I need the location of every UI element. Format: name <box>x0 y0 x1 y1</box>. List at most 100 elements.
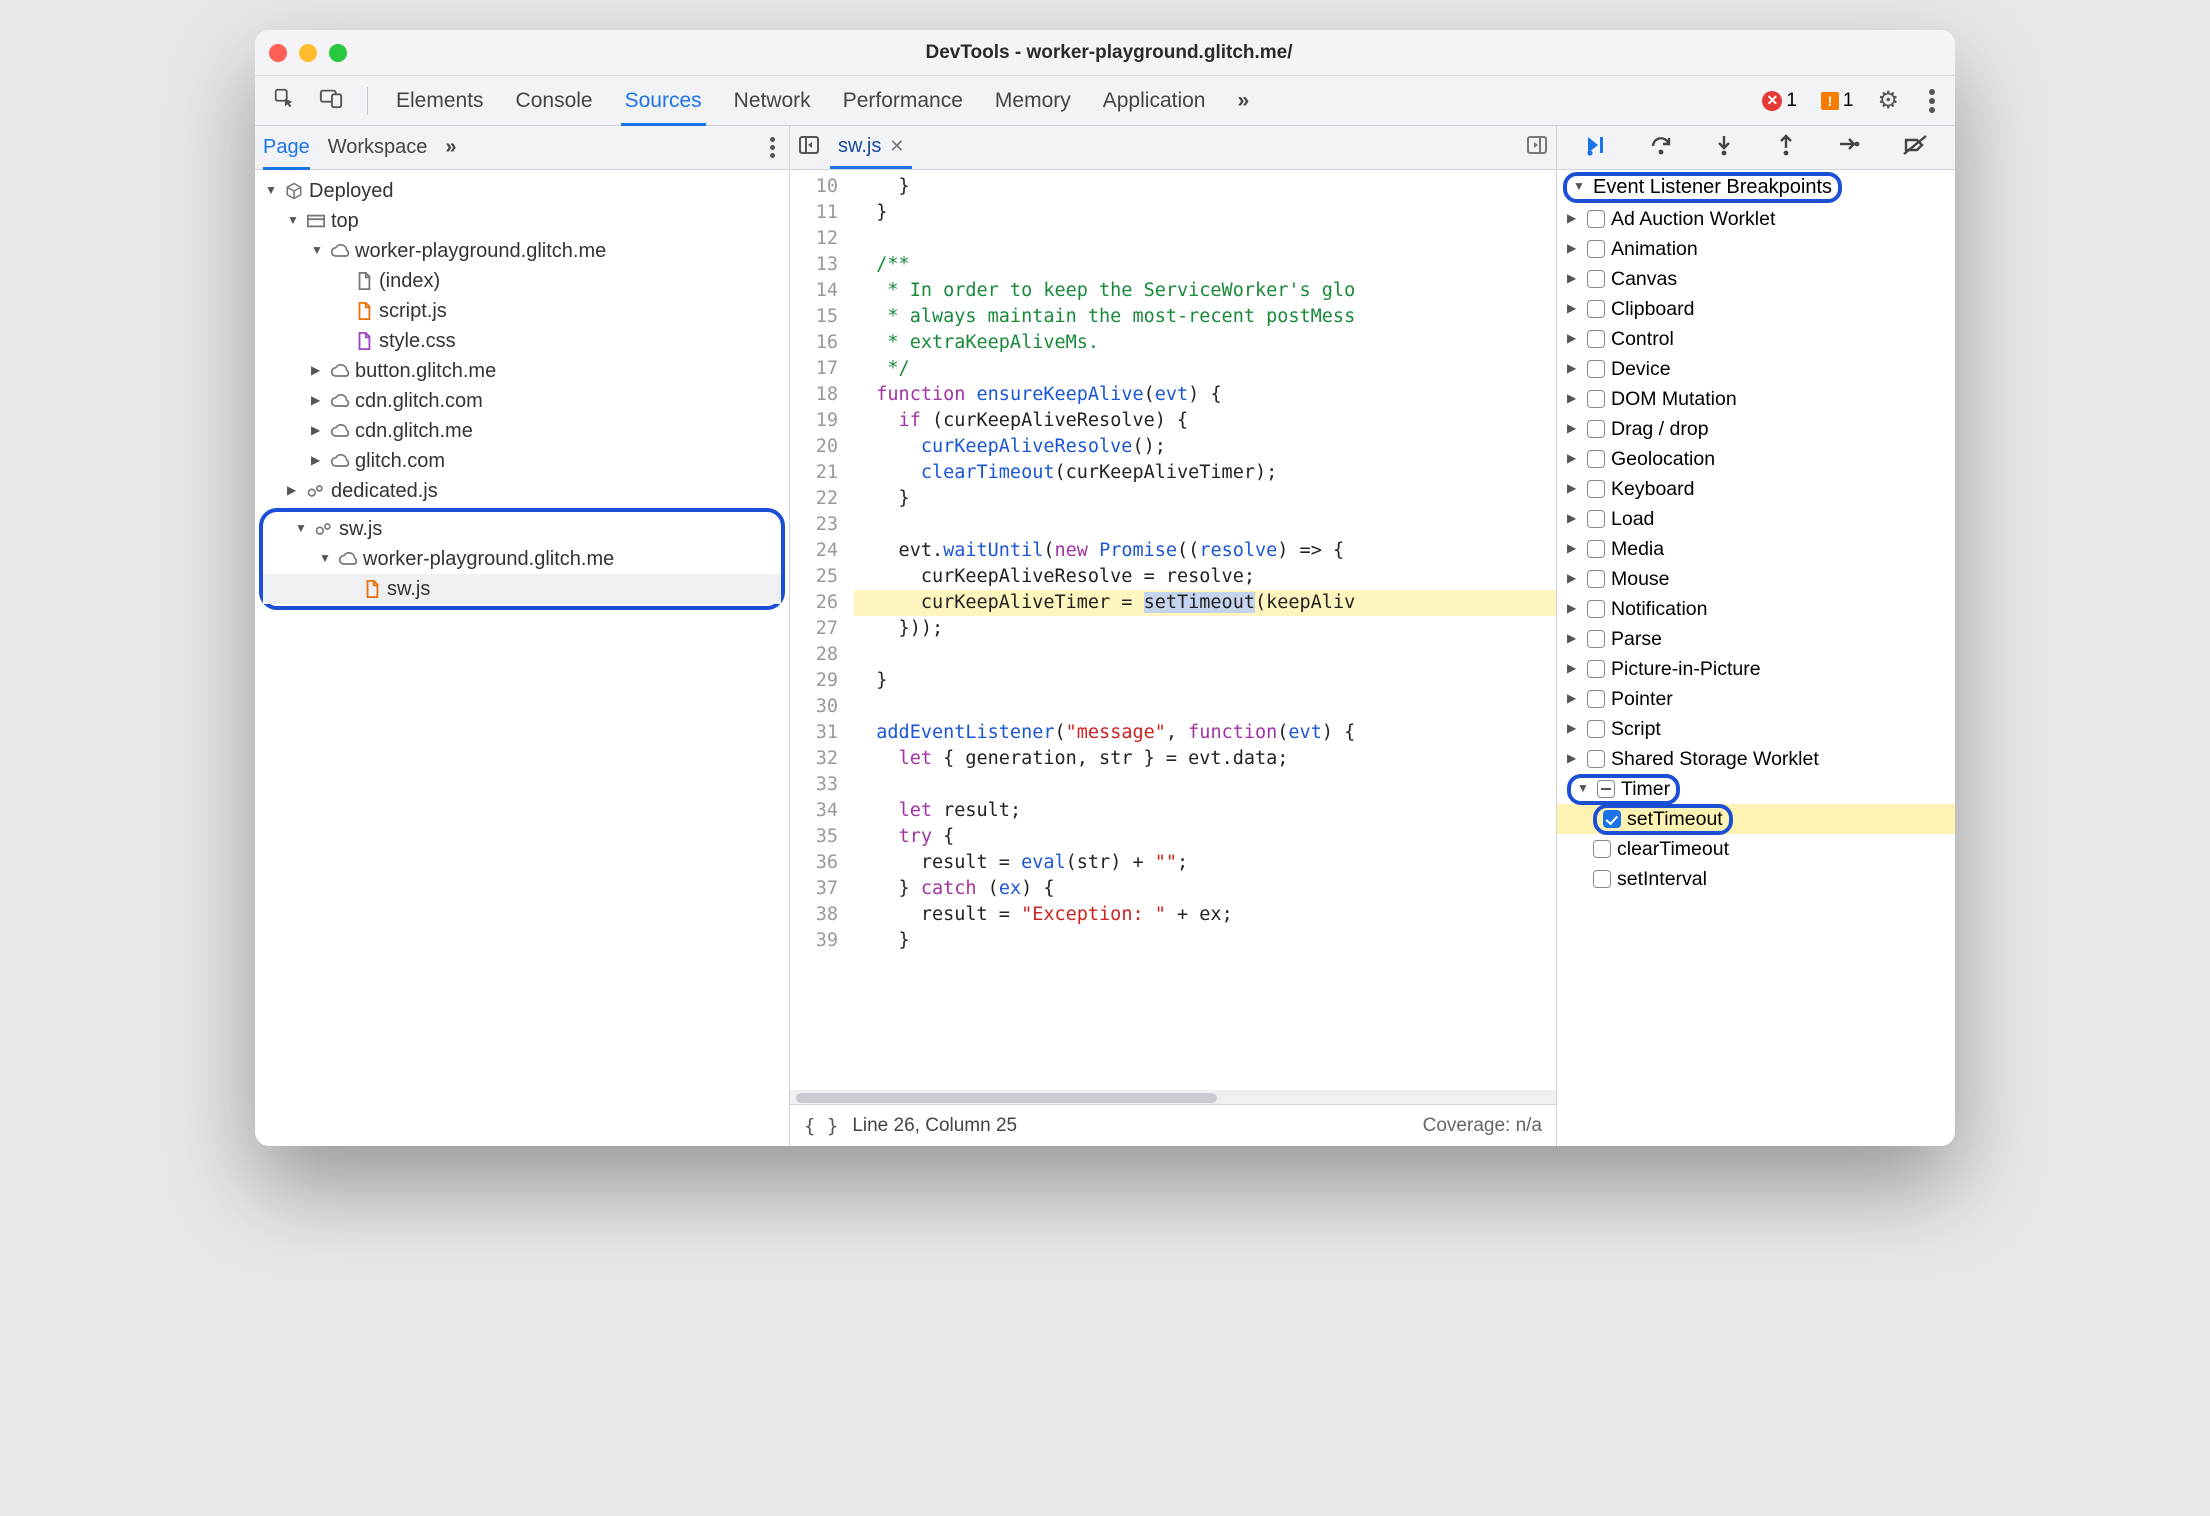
tree-sw[interactable]: ▼sw.js <box>263 514 781 544</box>
nav-kebab-icon[interactable] <box>770 145 775 150</box>
bp-category[interactable]: ▶Device <box>1557 354 1955 384</box>
checkbox-icon[interactable] <box>1587 660 1605 678</box>
tree-top[interactable]: ▼top <box>255 206 789 236</box>
checkbox-icon[interactable] <box>1587 480 1605 498</box>
nav-tab-more[interactable]: » <box>445 136 456 159</box>
step-over-icon[interactable] <box>1649 134 1673 162</box>
minimize-icon[interactable] <box>299 44 317 62</box>
nav-tab-workspace[interactable]: Workspace <box>328 136 428 159</box>
tab-more[interactable]: » <box>1233 89 1253 113</box>
checkbox-icon[interactable] <box>1593 840 1611 858</box>
checkbox-icon[interactable] <box>1587 330 1605 348</box>
tab-application[interactable]: Application <box>1099 89 1210 113</box>
bp-item-setInterval[interactable]: setInterval <box>1557 864 1955 894</box>
bp-category[interactable]: ▶Shared Storage Worklet <box>1557 744 1955 774</box>
tree-origin-cdn1[interactable]: ▶cdn.glitch.com <box>255 386 789 416</box>
tree-dedicated[interactable]: ▶dedicated.js <box>255 476 789 506</box>
checkbox-icon[interactable] <box>1587 360 1605 378</box>
checkbox-icon[interactable] <box>1587 600 1605 618</box>
tab-performance[interactable]: Performance <box>839 89 967 113</box>
tab-memory[interactable]: Memory <box>991 89 1075 113</box>
error-counter[interactable]: ✕ 1 <box>1762 90 1797 112</box>
bp-category[interactable]: ▶Picture-in-Picture <box>1557 654 1955 684</box>
checkbox-icon[interactable] <box>1587 300 1605 318</box>
warning-counter[interactable]: ! 1 <box>1821 90 1854 112</box>
section-event-listener-bp[interactable]: ▼ Event Listener Breakpoints <box>1557 170 1955 204</box>
bp-category[interactable]: ▶Geolocation <box>1557 444 1955 474</box>
deactivate-breakpoints-icon[interactable] <box>1902 134 1928 162</box>
tree-deployed[interactable]: ▼Deployed <box>255 176 789 206</box>
tree-file-style[interactable]: style.css <box>255 326 789 356</box>
bp-category[interactable]: ▶Control <box>1557 324 1955 354</box>
checkbox-icon[interactable] <box>1587 570 1605 588</box>
zoom-icon[interactable] <box>329 44 347 62</box>
tree-sw-file[interactable]: sw.js <box>263 574 781 604</box>
tree-file-script[interactable]: script.js <box>255 296 789 326</box>
inspect-icon[interactable] <box>273 87 295 115</box>
bp-item-clearTimeout[interactable]: clearTimeout <box>1557 834 1955 864</box>
checkbox-icon[interactable] <box>1587 630 1605 648</box>
horizontal-scrollbar[interactable] <box>790 1090 1556 1104</box>
checkbox-icon[interactable] <box>1587 450 1605 468</box>
bp-category[interactable]: ▶Media <box>1557 534 1955 564</box>
checkbox-icon[interactable] <box>1593 870 1611 888</box>
tree-origin[interactable]: ▼worker-playground.glitch.me <box>255 236 789 266</box>
file-tab-swjs[interactable]: sw.js ✕ <box>830 126 912 169</box>
checkbox-icon[interactable] <box>1587 420 1605 438</box>
bp-category[interactable]: ▶Canvas <box>1557 264 1955 294</box>
code-editor[interactable]: 1011121314151617181920212223242526272829… <box>790 170 1556 1090</box>
bp-category-timer[interactable]: ▼Timer <box>1557 774 1955 804</box>
bp-category[interactable]: ▶Load <box>1557 504 1955 534</box>
device-toggle-icon[interactable] <box>319 87 343 115</box>
bp-category[interactable]: ▶Mouse <box>1557 564 1955 594</box>
bp-category[interactable]: ▶Script <box>1557 714 1955 744</box>
checkbox-icon[interactable] <box>1587 750 1605 768</box>
gear-icon[interactable]: ⚙ <box>1877 86 1899 115</box>
bp-category[interactable]: ▶Animation <box>1557 234 1955 264</box>
checkbox-icon[interactable] <box>1587 240 1605 258</box>
checkbox-mixed-icon[interactable] <box>1597 780 1615 798</box>
bp-category[interactable]: ▶Pointer <box>1557 684 1955 714</box>
kebab-menu-icon[interactable] <box>1929 98 1935 104</box>
close-icon[interactable] <box>269 44 287 62</box>
bp-category[interactable]: ▶DOM Mutation <box>1557 384 1955 414</box>
step-out-icon[interactable] <box>1776 134 1796 162</box>
tree-sw-origin[interactable]: ▼worker-playground.glitch.me <box>263 544 781 574</box>
bp-category[interactable]: ▶Clipboard <box>1557 294 1955 324</box>
breakpoint-category-list[interactable]: ▶Ad Auction Worklet▶Animation▶Canvas▶Cli… <box>1557 204 1955 1146</box>
checkbox-icon[interactable] <box>1587 510 1605 528</box>
code-body[interactable]: } } /** * In order to keep the ServiceWo… <box>848 170 1556 1090</box>
tree-origin-glitch[interactable]: ▶glitch.com <box>255 446 789 476</box>
bp-category[interactable]: ▶Keyboard <box>1557 474 1955 504</box>
tab-sources[interactable]: Sources <box>621 89 706 126</box>
pretty-print-icon[interactable]: { } <box>804 1115 838 1137</box>
checkbox-icon[interactable] <box>1603 810 1621 828</box>
checkbox-icon[interactable] <box>1587 210 1605 228</box>
tree-file-index[interactable]: (index) <box>255 266 789 296</box>
bp-item-setTimeout[interactable]: setTimeout <box>1557 804 1955 834</box>
toggle-navigator-icon[interactable] <box>798 135 820 161</box>
resume-icon[interactable] <box>1584 134 1608 162</box>
tab-console[interactable]: Console <box>512 89 597 113</box>
close-tab-icon[interactable]: ✕ <box>889 136 904 157</box>
bp-category[interactable]: ▶Ad Auction Worklet <box>1557 204 1955 234</box>
step-into-icon[interactable] <box>1714 134 1734 162</box>
checkbox-icon[interactable] <box>1587 270 1605 288</box>
frame-icon <box>305 210 327 232</box>
tree-origin-cdn2[interactable]: ▶cdn.glitch.me <box>255 416 789 446</box>
js-file-icon <box>353 300 375 322</box>
tree-origin-button[interactable]: ▶button.glitch.me <box>255 356 789 386</box>
checkbox-icon[interactable] <box>1587 390 1605 408</box>
checkbox-icon[interactable] <box>1587 690 1605 708</box>
tab-network[interactable]: Network <box>730 89 815 113</box>
tab-elements[interactable]: Elements <box>392 89 488 113</box>
toggle-debugger-icon[interactable] <box>1526 135 1548 161</box>
checkbox-icon[interactable] <box>1587 540 1605 558</box>
bp-category[interactable]: ▶Notification <box>1557 594 1955 624</box>
step-icon[interactable] <box>1837 134 1861 162</box>
file-tree[interactable]: ▼Deployed ▼top ▼worker-playground.glitch… <box>255 170 789 1146</box>
bp-category[interactable]: ▶Parse <box>1557 624 1955 654</box>
nav-tab-page[interactable]: Page <box>263 136 310 170</box>
bp-category[interactable]: ▶Drag / drop <box>1557 414 1955 444</box>
checkbox-icon[interactable] <box>1587 720 1605 738</box>
